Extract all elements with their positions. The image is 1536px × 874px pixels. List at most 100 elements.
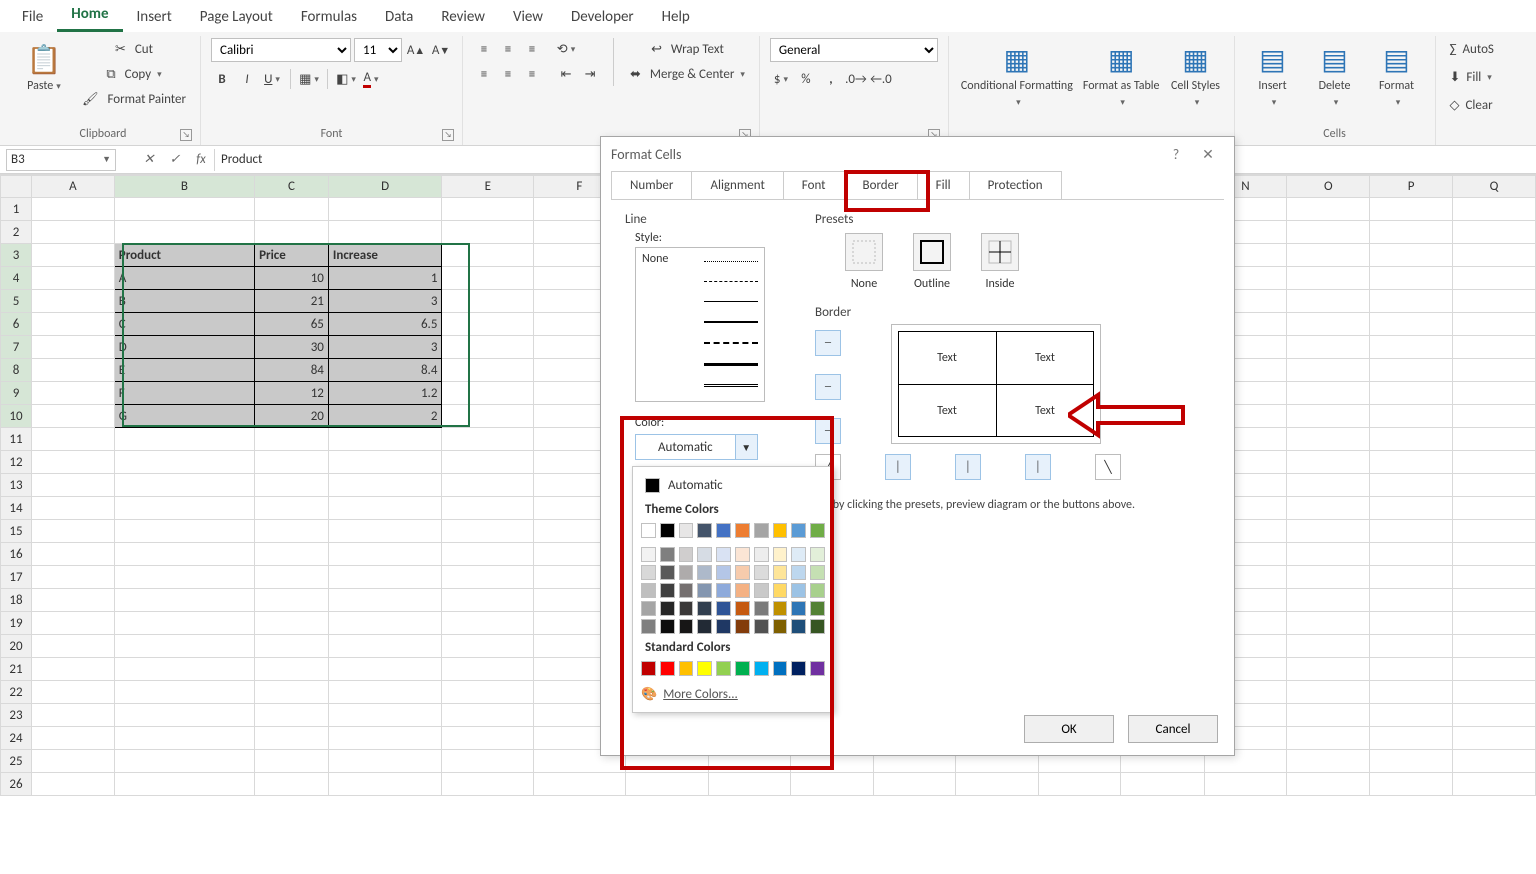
cell-A19[interactable] (32, 612, 115, 635)
cell-C4[interactable]: 10 (255, 267, 329, 290)
cell-E21[interactable] (442, 658, 534, 681)
cell-E19[interactable] (442, 612, 534, 635)
cell-O1[interactable] (1287, 198, 1370, 221)
cell-D5[interactable]: 3 (328, 290, 442, 313)
col-header-O[interactable]: O (1287, 176, 1370, 198)
tab-formulas[interactable]: Formulas (287, 2, 371, 32)
color-swatch[interactable] (660, 601, 675, 616)
cell-B16[interactable] (114, 543, 254, 566)
comma-button[interactable]: , (820, 68, 842, 90)
cell-P10[interactable] (1370, 405, 1453, 428)
border-left-button[interactable]: │ (885, 454, 911, 480)
cell-C15[interactable] (255, 520, 329, 543)
cell-D21[interactable] (328, 658, 442, 681)
color-swatch[interactable] (697, 601, 712, 616)
color-swatch[interactable] (791, 601, 806, 616)
cell-C14[interactable] (255, 497, 329, 520)
cell-E10[interactable] (442, 405, 534, 428)
row-header-19[interactable]: 19 (1, 612, 32, 635)
cell-D16[interactable] (328, 543, 442, 566)
cell-E12[interactable] (442, 451, 534, 474)
preset-outline[interactable]: Outline (913, 233, 951, 291)
tab-review[interactable]: Review (427, 2, 499, 32)
cell-P5[interactable] (1370, 290, 1453, 313)
cell-Q16[interactable] (1452, 543, 1535, 566)
cell-P9[interactable] (1370, 382, 1453, 405)
cell-O19[interactable] (1287, 612, 1370, 635)
orientation-button[interactable]: ⟲ (555, 38, 577, 60)
cell-D13[interactable] (328, 474, 442, 497)
color-swatch[interactable] (641, 547, 656, 562)
cell-A12[interactable] (32, 451, 115, 474)
row-header-12[interactable]: 12 (1, 451, 32, 474)
row-header-8[interactable]: 8 (1, 359, 32, 382)
cell-Q23[interactable] (1452, 704, 1535, 727)
font-name-select[interactable]: Calibri (211, 38, 351, 62)
cell-A11[interactable] (32, 428, 115, 451)
decrease-font-button[interactable]: A▼ (430, 39, 452, 61)
cell-B11[interactable] (114, 428, 254, 451)
color-swatch[interactable] (716, 661, 731, 676)
color-swatch[interactable] (810, 523, 825, 538)
cell-D12[interactable] (328, 451, 442, 474)
format-cells-button[interactable]: ▤Format (1369, 38, 1425, 112)
color-swatch[interactable] (697, 523, 712, 538)
preset-none[interactable]: None (845, 233, 883, 291)
cut-button[interactable]: ✂ Cut (78, 38, 190, 60)
cell-B1[interactable] (114, 198, 254, 221)
border-top-button[interactable]: ─ (815, 330, 841, 356)
more-colors-option[interactable]: 🎨 More Colors... (641, 679, 825, 702)
cell-D19[interactable] (328, 612, 442, 635)
color-swatch[interactable] (697, 619, 712, 634)
cell-O6[interactable] (1287, 313, 1370, 336)
cell-D20[interactable] (328, 635, 442, 658)
font-launcher[interactable]: ↘ (442, 129, 454, 141)
cell-K26[interactable] (956, 773, 1039, 796)
color-swatch[interactable] (697, 547, 712, 562)
cell-C26[interactable] (255, 773, 329, 796)
cell-O10[interactable] (1287, 405, 1370, 428)
cell-Q7[interactable] (1452, 336, 1535, 359)
tab-insert[interactable]: Insert (123, 2, 186, 32)
color-swatch[interactable] (641, 619, 656, 634)
cell-D18[interactable] (328, 589, 442, 612)
cell-B6[interactable]: C (114, 313, 254, 336)
color-swatch[interactable] (773, 601, 788, 616)
select-all-corner[interactable] (1, 176, 32, 198)
number-format-select[interactable]: General (770, 38, 938, 62)
cell-A13[interactable] (32, 474, 115, 497)
color-swatch[interactable] (679, 565, 694, 580)
color-swatch[interactable] (697, 583, 712, 598)
cell-O18[interactable] (1287, 589, 1370, 612)
underline-button[interactable]: U (261, 68, 283, 90)
row-header-23[interactable]: 23 (1, 704, 32, 727)
color-swatch[interactable] (810, 583, 825, 598)
cell-Q11[interactable] (1452, 428, 1535, 451)
row-header-21[interactable]: 21 (1, 658, 32, 681)
color-swatch[interactable] (679, 601, 694, 616)
row-header-11[interactable]: 11 (1, 428, 32, 451)
autosum-button[interactable]: ∑ AutoS (1446, 38, 1498, 60)
cell-A14[interactable] (32, 497, 115, 520)
borders-button[interactable]: ▦ (298, 68, 320, 90)
color-swatch[interactable] (679, 523, 694, 538)
cell-O9[interactable] (1287, 382, 1370, 405)
cell-A10[interactable] (32, 405, 115, 428)
color-swatch[interactable] (810, 547, 825, 562)
cell-E14[interactable] (442, 497, 534, 520)
cell-P3[interactable] (1370, 244, 1453, 267)
cell-E5[interactable] (442, 290, 534, 313)
dtab-number[interactable]: Number (611, 171, 692, 199)
cell-Q17[interactable] (1452, 566, 1535, 589)
automatic-color-option[interactable]: Automatic (641, 475, 825, 496)
cell-O7[interactable] (1287, 336, 1370, 359)
cell-P21[interactable] (1370, 658, 1453, 681)
col-header-B[interactable]: B (114, 176, 254, 198)
tab-developer[interactable]: Developer (557, 2, 648, 32)
row-header-15[interactable]: 15 (1, 520, 32, 543)
cell-P24[interactable] (1370, 727, 1453, 750)
name-box[interactable]: B3▼ (6, 149, 116, 171)
cell-O13[interactable] (1287, 474, 1370, 497)
dtab-alignment[interactable]: Alignment (691, 171, 783, 199)
cell-Q24[interactable] (1452, 727, 1535, 750)
